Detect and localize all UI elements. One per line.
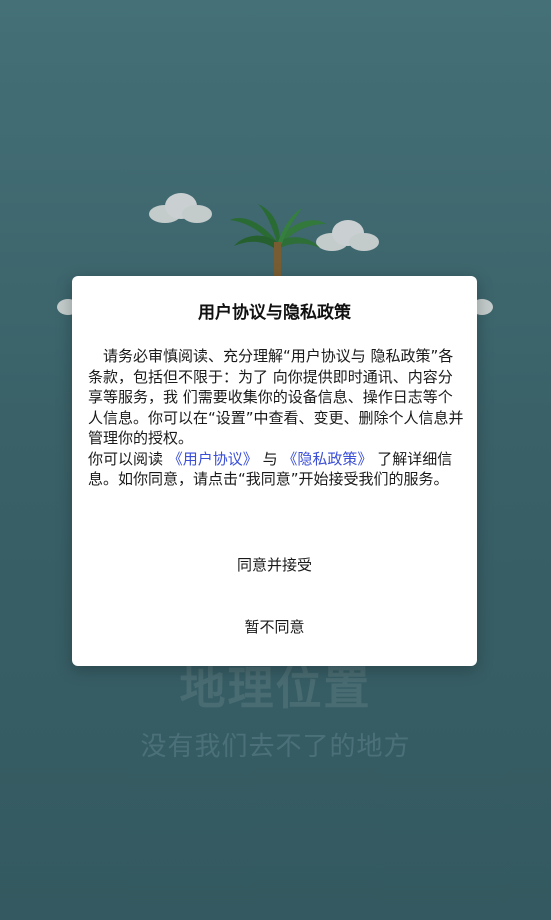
policy-paragraph: 请务必审慎阅读、充分理解“用户协议与 隐私政策”各条款，包括但不限于：为了 向你… xyxy=(88,346,464,449)
read-prefix: 你可以阅读 xyxy=(88,449,164,468)
read-more-paragraph: 你可以阅读 《用户协议》 与 《隐私政策》 了解详细信息。如你同意，请点击“我同… xyxy=(88,449,464,490)
user-agreement-link[interactable]: 《用户协议》 xyxy=(168,450,258,468)
dialog-body: 请务必审慎阅读、充分理解“用户协议与 隐私政策”各条款，包括但不限于：为了 向你… xyxy=(88,346,464,490)
agree-button[interactable]: 同意并接受 xyxy=(72,554,477,575)
privacy-dialog: 用户协议与隐私政策 请务必审慎阅读、充分理解“用户协议与 隐私政策”各条款，包括… xyxy=(72,276,477,666)
and-text: 与 xyxy=(262,449,278,468)
decline-button[interactable]: 暂不同意 xyxy=(72,616,477,637)
dialog-title: 用户协议与隐私政策 xyxy=(198,303,351,323)
privacy-policy-link[interactable]: 《隐私政策》 xyxy=(282,450,372,468)
policy-text: 请务必审慎阅读、充分理解“用户协议与 隐私政策”各条款，包括但不限于：为了 向你… xyxy=(88,347,464,447)
